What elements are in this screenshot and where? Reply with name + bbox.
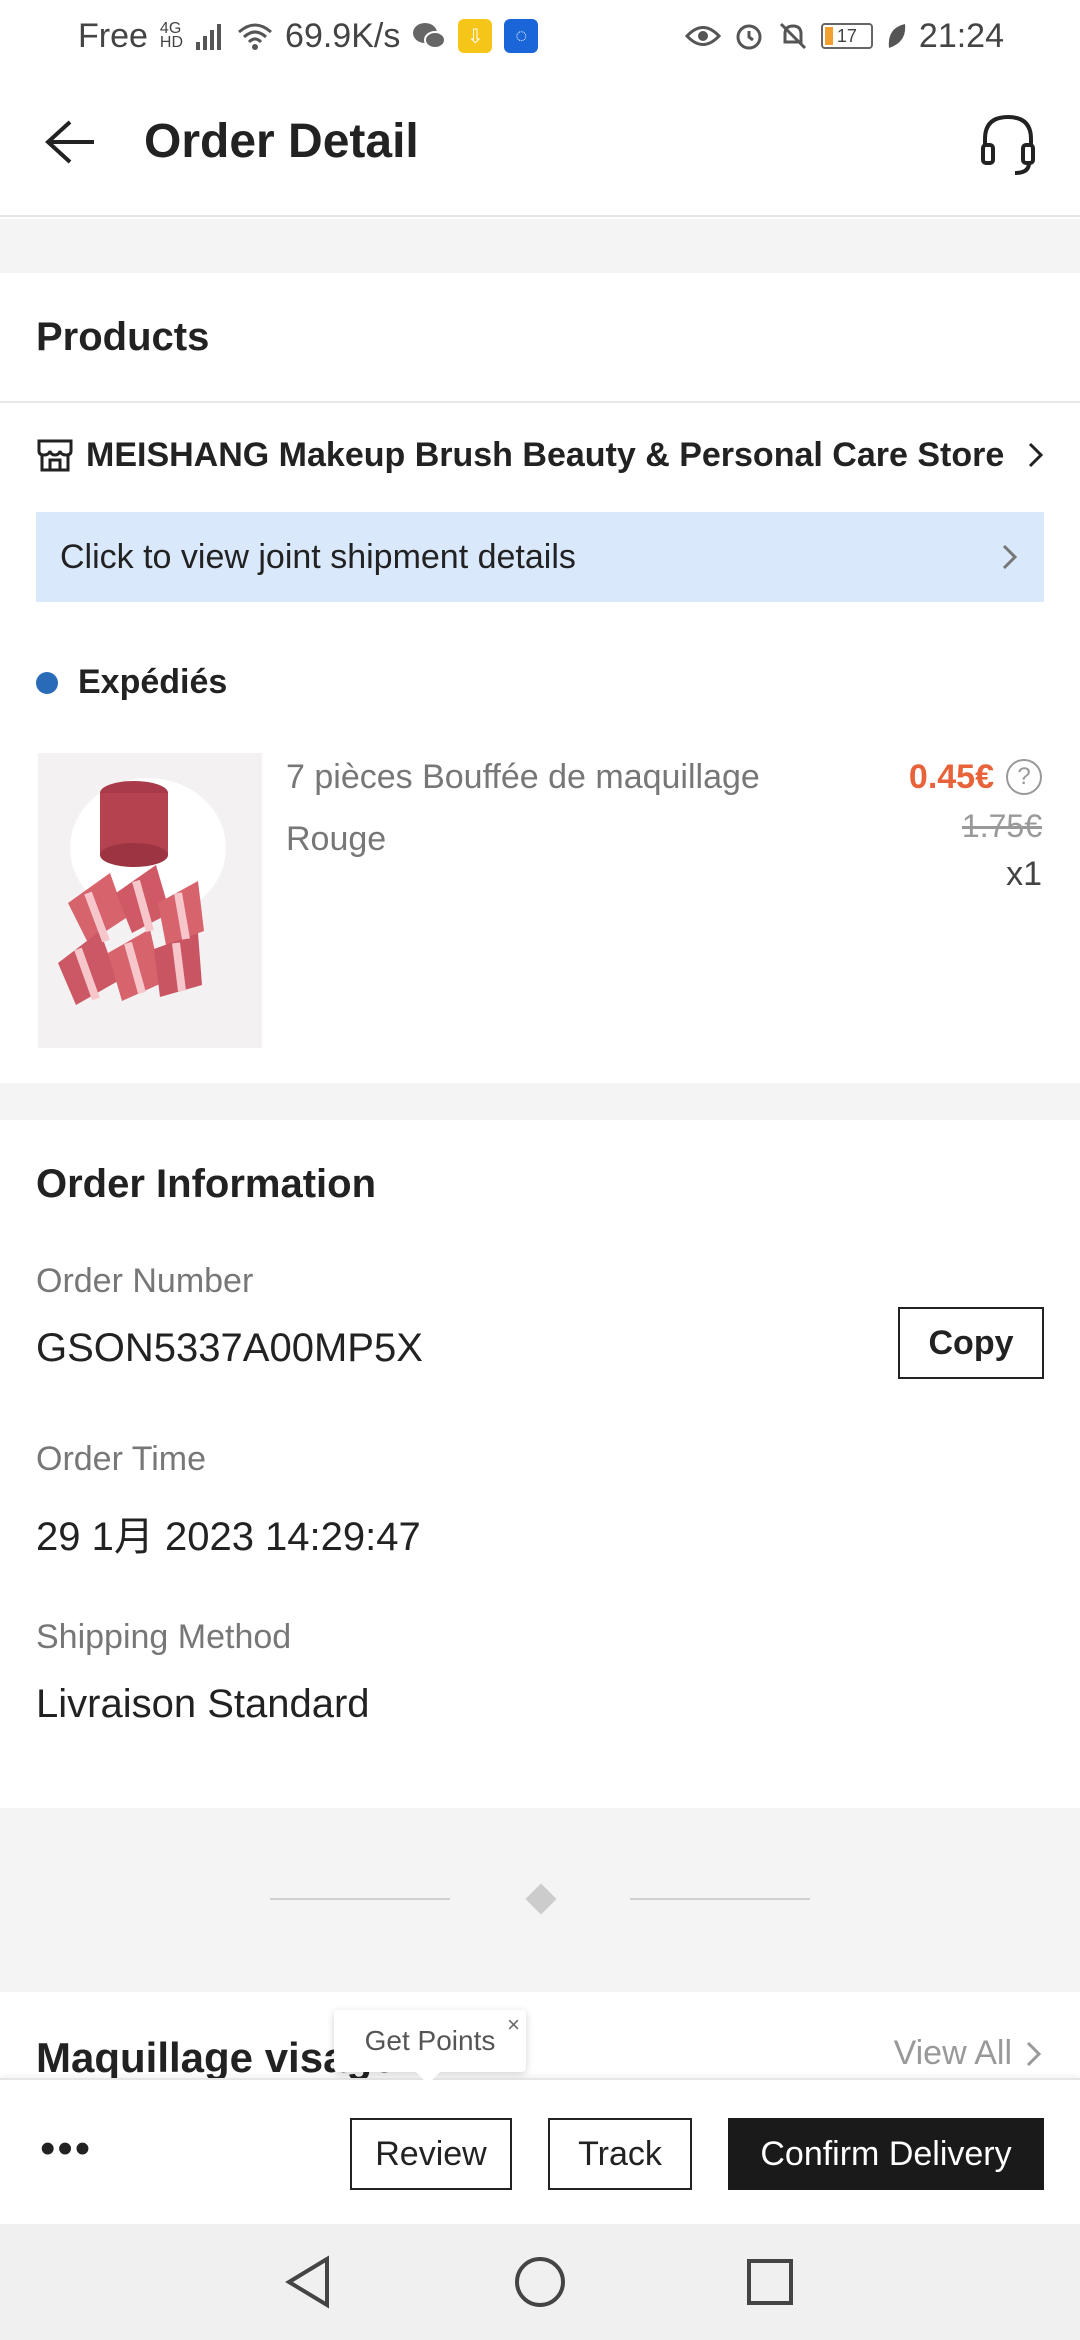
get-points-tooltip[interactable]: Get Points × <box>334 2010 526 2084</box>
order-info-title: Order Information <box>36 1162 377 1206</box>
section-gap <box>0 1083 1080 1120</box>
order-time-value: 29 1月 2023 14:29:47 <box>36 1515 421 1559</box>
chevron-right-icon <box>1028 442 1044 468</box>
order-time-label: Order Time <box>36 1440 207 1478</box>
status-bar: Free 4G HD 69.9K/s ⇩ ◌ 17 21:24 <box>0 0 1080 72</box>
products-card: Products MEISHANG Makeup Brush Beauty & … <box>0 273 1080 1083</box>
joint-shipment-text: Click to view joint shipment details <box>60 537 576 576</box>
network-type: 4G HD <box>159 21 184 51</box>
view-all-link[interactable]: View All <box>894 2034 1044 2073</box>
mute-bell-icon <box>777 20 809 52</box>
tooltip-arrow <box>416 2072 440 2084</box>
tooltip-text: Get Points <box>364 2025 496 2056</box>
confirm-delivery-button[interactable]: Confirm Delivery <box>728 2118 1044 2190</box>
separator-diamond <box>525 1883 557 1915</box>
product-name[interactable]: 7 pièces Bouffée de maquillage <box>286 758 760 797</box>
chevron-right-icon <box>1026 2041 1042 2066</box>
view-all-label: View All <box>893 2034 1012 2072</box>
separator-line-right <box>630 1898 810 1900</box>
order-number-label: Order Number <box>36 1262 254 1300</box>
page-title: Order Detail <box>144 115 419 168</box>
customer-service-button[interactable] <box>972 108 1044 180</box>
download-app-icon: ⇩ <box>458 19 493 53</box>
makeup-puff-image <box>38 753 262 1048</box>
status-bar-left: Free 4G HD 69.9K/s ⇩ ◌ <box>78 16 539 56</box>
product-variant: Rouge <box>286 820 387 858</box>
track-button[interactable]: Track <box>548 2118 692 2190</box>
wechat-icon <box>412 21 447 51</box>
triangle-back-icon <box>285 2255 329 2309</box>
chevron-right-icon <box>1002 544 1018 570</box>
shipment-status: Expédiés <box>36 663 227 702</box>
order-information-card: Order Information Order Number GSON5337A… <box>0 1120 1080 1808</box>
carrier-name: Free <box>78 16 148 55</box>
clock-time: 21:24 <box>918 16 1004 55</box>
status-dot <box>36 671 58 694</box>
signal-icon <box>195 22 225 50</box>
more-options-button[interactable]: ••• <box>40 2124 92 2174</box>
eye-icon <box>684 23 721 49</box>
product-original-price: 1.75€ <box>961 808 1042 844</box>
bottom-action-bar: ••• Review Track Confirm Delivery <box>0 2078 1080 2224</box>
price-help-icon[interactable]: ? <box>1006 759 1042 795</box>
app-header: Order Detail <box>0 72 1080 217</box>
copy-button[interactable]: Copy <box>898 1307 1044 1379</box>
store-row[interactable]: MEISHANG Makeup Brush Beauty & Personal … <box>36 425 1046 485</box>
nav-home-button[interactable] <box>512 2254 568 2310</box>
network-speed: 69.9K/s <box>285 16 401 55</box>
status-bar-right: 17 21:24 <box>684 16 1004 56</box>
separator-line-left <box>270 1898 450 1900</box>
circle-home-icon <box>515 2257 565 2307</box>
products-title: Products <box>36 315 210 359</box>
review-button[interactable]: Review <box>350 2118 512 2190</box>
divider <box>0 401 1080 403</box>
nav-recents-button[interactable] <box>742 2254 798 2310</box>
system-navigation-bar <box>0 2224 1080 2340</box>
headset-icon <box>981 114 1035 175</box>
nav-back-button[interactable] <box>280 2254 336 2310</box>
wifi-icon <box>237 22 273 50</box>
product-image[interactable] <box>38 753 262 1048</box>
alarm-icon <box>733 20 765 52</box>
shipping-method-value: Livraison Standard <box>36 1682 370 1726</box>
section-gap <box>0 219 1080 273</box>
store-icon <box>37 439 73 472</box>
status-text: Expédiés <box>78 663 228 701</box>
shipping-method-label: Shipping Method <box>36 1618 292 1656</box>
bulb-app-icon: ◌ <box>504 19 539 53</box>
content-separator <box>0 1808 1080 1992</box>
battery-level: 17 <box>836 25 857 46</box>
back-button[interactable] <box>40 112 100 172</box>
recommendations-header: Maquillage visage View All <box>0 1992 1080 2082</box>
product-quantity: x1 <box>1006 855 1042 893</box>
network-type-bottom: HD <box>159 34 184 51</box>
joint-shipment-banner[interactable]: Click to view joint shipment details <box>36 512 1044 602</box>
leaf-icon <box>885 22 907 50</box>
order-number-value: GSON5337A00MP5X <box>36 1326 423 1370</box>
back-arrow-icon <box>45 120 94 164</box>
product-price: 0.45€ <box>908 758 994 796</box>
close-icon[interactable]: × <box>507 2012 520 2038</box>
square-recents-icon <box>747 2259 793 2305</box>
store-name: MEISHANG Makeup Brush Beauty & Personal … <box>86 435 1005 474</box>
battery-icon: 17 <box>820 23 873 49</box>
